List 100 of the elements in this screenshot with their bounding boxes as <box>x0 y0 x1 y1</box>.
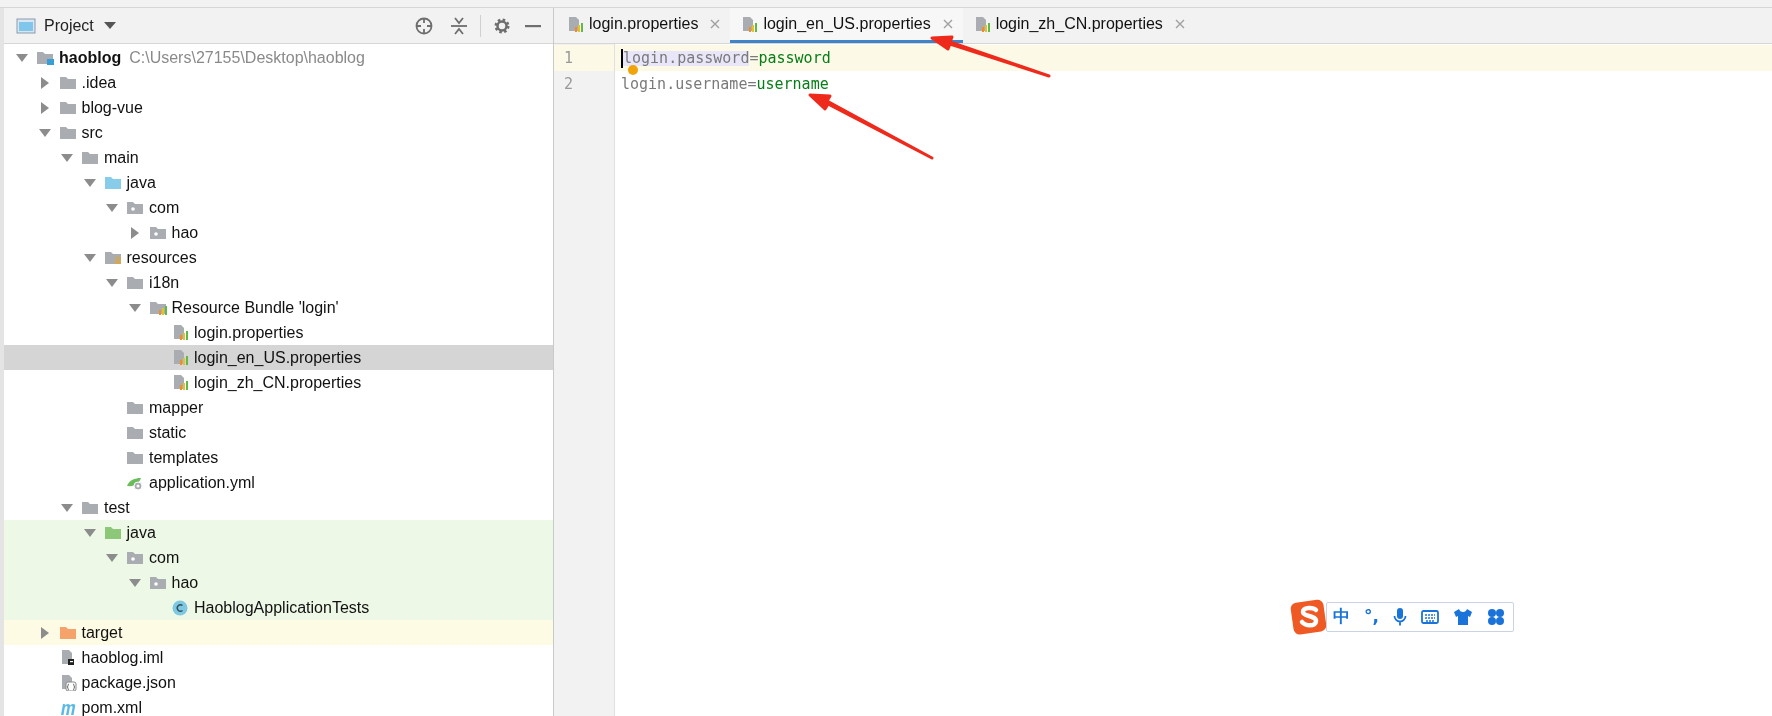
tree-row[interactable]: Resource Bundle 'login' <box>4 295 553 320</box>
tree-item-label: .idea <box>81 72 117 93</box>
expanded-arrow-icon[interactable] <box>16 51 28 64</box>
line-number: 2 <box>563 73 575 95</box>
tree-row[interactable]: src <box>4 120 553 145</box>
collapsed-arrow-icon[interactable] <box>128 226 141 239</box>
tree-row[interactable]: templates <box>4 445 553 470</box>
clover-icon[interactable] <box>1486 608 1505 626</box>
expanded-arrow-icon[interactable] <box>83 251 96 264</box>
tree-item-label: pom.xml <box>81 697 142 716</box>
property-key: login.username <box>621 76 748 92</box>
tree-row[interactable]: test <box>4 495 553 520</box>
tree-item-label: templates <box>149 447 219 468</box>
tree-row[interactable]: java <box>4 520 553 545</box>
tree-row[interactable]: mapper <box>4 395 553 420</box>
keyboard-icon[interactable] <box>1420 610 1439 624</box>
punctuation-toggle[interactable]: °, <box>1364 604 1379 630</box>
microphone-icon[interactable] <box>1392 607 1407 627</box>
expanded-arrow-icon[interactable] <box>106 201 118 214</box>
tree-row[interactable]: pom.xml <box>4 695 553 716</box>
tree-item-label: blog-vue <box>81 97 143 118</box>
tree-item-label: resources <box>126 247 197 268</box>
tree-row[interactable]: HaoblogApplicationTests <box>4 595 553 620</box>
collapsed-arrow-icon[interactable] <box>38 626 51 639</box>
class-icon <box>171 599 189 616</box>
properties-file-icon <box>566 15 584 33</box>
tree-item-label: java <box>126 172 156 193</box>
window-icon <box>16 17 36 34</box>
tree-row[interactable]: com <box>4 545 553 570</box>
property-value: password <box>758 50 831 66</box>
tree-row[interactable]: hao <box>4 220 553 245</box>
folder-icon <box>126 449 144 466</box>
folder-icon <box>126 274 144 291</box>
tree-item-label: i18n <box>149 272 180 293</box>
dropdown-caret-icon[interactable] <box>103 21 116 30</box>
expanded-arrow-icon[interactable] <box>128 576 141 589</box>
tree-item-label: mapper <box>149 397 204 418</box>
tree-row[interactable]: hao <box>4 570 553 595</box>
collapsed-arrow-icon[interactable] <box>38 101 51 114</box>
tab-label: login_en_US.properties <box>763 14 931 34</box>
input-mode-toggle[interactable]: 中 <box>1333 604 1350 630</box>
tree-item-label: haoblog <box>59 47 122 68</box>
close-icon[interactable] <box>942 19 953 29</box>
expanded-arrow-icon[interactable] <box>61 151 73 164</box>
tree-row[interactable]: haoblog C:\Users\27155\Desktop\haoblog <box>4 45 553 70</box>
editor-tab[interactable]: login_zh_CN.properties <box>962 8 1195 43</box>
package-folder-icon <box>148 574 167 591</box>
expanded-arrow-icon[interactable] <box>61 501 73 514</box>
tree-row[interactable]: target <box>4 620 553 645</box>
folder-icon <box>58 624 77 641</box>
tree-row[interactable]: login_en_US.properties <box>4 345 553 370</box>
equals-sign: = <box>747 76 757 92</box>
locate-icon[interactable] <box>414 15 434 36</box>
tree-row[interactable]: resources <box>4 245 553 270</box>
property-key: login.password <box>623 50 750 66</box>
package-folder-icon <box>148 224 167 241</box>
tree-row[interactable]: login_zh_CN.properties <box>4 370 553 395</box>
module-folder-icon <box>36 49 54 66</box>
expanded-arrow-icon[interactable] <box>83 176 96 189</box>
tree-item-label: target <box>81 622 123 643</box>
expanded-arrow-icon[interactable] <box>106 276 118 289</box>
properties-file-icon <box>171 324 189 341</box>
minimize-icon[interactable] <box>525 23 541 28</box>
tree-row[interactable]: com <box>4 195 553 220</box>
tree-item-label: login.properties <box>194 322 304 343</box>
intention-bulb-icon[interactable] <box>628 65 638 75</box>
expanded-arrow-icon[interactable] <box>38 126 51 139</box>
tree-item-label: application.yml <box>149 472 255 493</box>
collapse-all-icon[interactable] <box>450 15 468 36</box>
close-icon[interactable] <box>1174 19 1185 29</box>
editor-tab[interactable]: login_en_US.properties <box>730 8 963 43</box>
folder-icon <box>81 499 99 516</box>
tree-row[interactable]: java <box>4 170 553 195</box>
expanded-arrow-icon[interactable] <box>106 551 118 564</box>
tree-row[interactable]: static <box>4 420 553 445</box>
tree-item-label: com <box>149 547 180 568</box>
tree-item-label: main <box>104 147 139 168</box>
tree-row[interactable]: .idea <box>4 70 553 95</box>
tree-row[interactable]: i18n <box>4 270 553 295</box>
settings-icon[interactable] <box>493 16 511 35</box>
project-path: C:\Users\27155\Desktop\haoblog <box>129 47 365 68</box>
folder-icon <box>81 149 99 166</box>
folder-icon <box>58 99 77 116</box>
panel-title[interactable]: Project <box>44 13 94 38</box>
editor-tab[interactable]: login.properties <box>556 8 731 43</box>
tree-row[interactable]: haoblog.iml <box>4 645 553 670</box>
tree-row[interactable]: package.json <box>4 670 553 695</box>
expanded-arrow-icon[interactable] <box>83 526 96 539</box>
tree-item-label: package.json <box>81 672 176 693</box>
tree-row[interactable]: blog-vue <box>4 95 553 120</box>
tree-row[interactable]: login.properties <box>4 320 553 345</box>
tree-row[interactable]: main <box>4 145 553 170</box>
sogou-logo-icon[interactable] <box>1290 598 1328 636</box>
property-value: username <box>756 76 829 92</box>
close-icon[interactable] <box>710 19 721 29</box>
collapsed-arrow-icon[interactable] <box>38 76 51 89</box>
expanded-arrow-icon[interactable] <box>128 301 141 314</box>
shirt-icon[interactable] <box>1452 608 1473 626</box>
tree-item-label: java <box>126 522 156 543</box>
tree-row[interactable]: application.yml <box>4 470 553 495</box>
